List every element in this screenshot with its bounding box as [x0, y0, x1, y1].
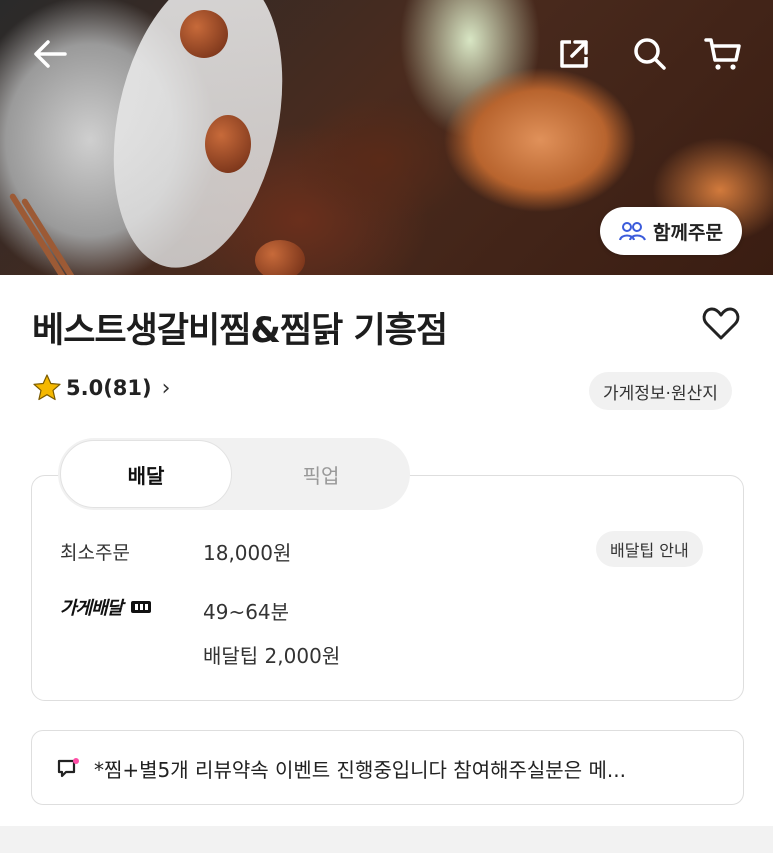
rating-value: 5.0(81): [66, 376, 152, 400]
arrow-left-icon: [34, 40, 67, 68]
chevron-right-icon: ›: [161, 375, 171, 401]
star-icon: [33, 374, 61, 401]
store-delivery-brand: 가게배달: [60, 594, 152, 620]
people-icon: [619, 222, 646, 241]
tab-delivery[interactable]: 배달: [60, 440, 232, 508]
share-button[interactable]: [552, 33, 596, 75]
food-graphic: [205, 115, 251, 173]
delivery-tip: 배달팁 2,000원: [203, 644, 341, 668]
truck-icon: [130, 601, 151, 613]
food-graphic: [255, 240, 305, 275]
delivery-time: 49~64분: [203, 600, 290, 624]
cart-icon: [704, 38, 741, 70]
min-order-value: 18,000원: [203, 541, 292, 565]
megaphone-icon: [57, 758, 79, 778]
together-order-label: 함께주문: [653, 221, 723, 244]
search-icon: [634, 38, 666, 70]
tab-pickup[interactable]: 픽업: [234, 440, 408, 508]
together-order-button[interactable]: 함께주문: [600, 207, 742, 255]
store-info-button[interactable]: 가게정보·원산지: [589, 372, 732, 410]
store-notice-banner[interactable]: *찜+별5개 리뷰약속 이벤트 진행중입니다 참여해주실분은 메...: [31, 730, 744, 805]
rating-summary[interactable]: 5.0(81) ›: [32, 373, 170, 403]
share-external-icon: [560, 40, 588, 68]
order-type-tabs: 배달 픽업: [58, 438, 410, 510]
store-delivery-brand-label: 가게배달: [60, 598, 123, 619]
food-graphic: [180, 10, 228, 58]
section-divider: [0, 826, 773, 853]
notice-text: *찜+별5개 리뷰약속 이벤트 진행중입니다 참여해주실분은 메...: [94, 758, 626, 782]
heart-outline-icon: [702, 307, 740, 340]
cart-button[interactable]: [700, 32, 746, 76]
delivery-tip-guide-button[interactable]: 배달팁 안내: [596, 531, 703, 567]
back-button[interactable]: [28, 34, 72, 74]
store-hero-image: 함께주문: [0, 0, 773, 275]
min-order-label: 최소주문: [60, 542, 130, 564]
search-button[interactable]: [628, 32, 672, 76]
store-name: 베스트생갈비찜&찜닭 기흥점: [32, 311, 448, 351]
store-page: 함께주문 베스트생갈비찜&찜닭 기흥점 5.0(81) › 가게정보·원산지 배…: [0, 0, 773, 853]
favorite-button[interactable]: [702, 307, 740, 345]
